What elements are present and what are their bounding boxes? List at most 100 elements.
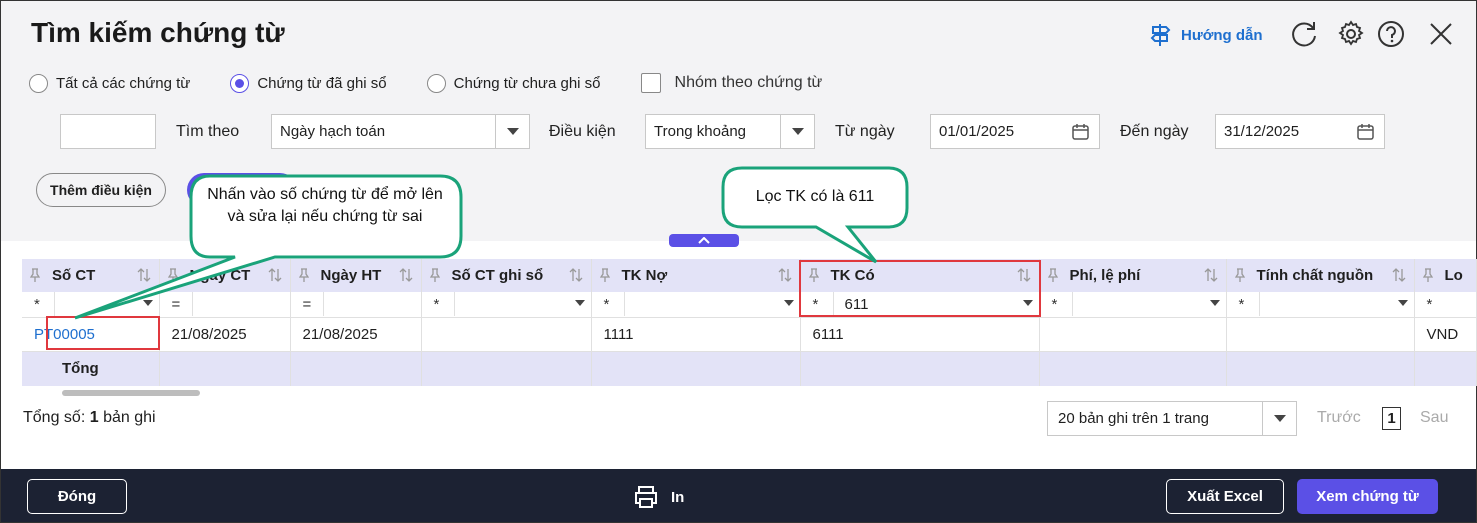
col-header-ngay-ht[interactable]: Ngày HT (290, 259, 422, 292)
calendar-icon[interactable] (1072, 123, 1089, 140)
filter-cell-phi-le-phi[interactable]: * (1039, 292, 1227, 318)
chevron-down-icon[interactable] (1262, 402, 1296, 435)
page-size-select[interactable]: 20 bản ghi trên 1 trang (1047, 401, 1297, 436)
gear-icon[interactable] (1336, 19, 1366, 49)
filter-operator[interactable]: * (1239, 296, 1245, 313)
chevron-down-icon[interactable] (1397, 300, 1408, 306)
chevron-down-icon[interactable] (1209, 300, 1220, 306)
filter-divider (1258, 292, 1260, 316)
filter-operator[interactable]: * (1427, 296, 1433, 313)
help-icon[interactable] (1376, 19, 1406, 49)
col-header-label: Tính chất nguồn (1256, 267, 1374, 284)
col-header-phi-le-phi[interactable]: Phí, lệ phí (1039, 259, 1227, 292)
pin-icon[interactable] (1047, 268, 1058, 282)
radio-label: Tất cả các chứng từ (56, 74, 191, 92)
total-cell (800, 351, 1040, 386)
filter-row: * = = * * * 611 * * * (22, 292, 1477, 318)
dialog-footer: Đóng In Xuất Excel Xem chứng từ (1, 469, 1476, 522)
col-header-label: Ngày HT (320, 267, 382, 284)
guide-label: Hướng dẫn (1181, 26, 1263, 44)
col-header-tk-no[interactable]: TK Nợ (591, 259, 801, 292)
filter-cell-ngay-ct[interactable]: = (159, 292, 291, 318)
filter-operator[interactable]: * (434, 296, 440, 313)
filter-operator[interactable]: * (34, 296, 40, 313)
radio-label: Chứng từ chưa ghi sổ (453, 74, 601, 92)
close-icon[interactable] (1426, 19, 1456, 49)
search-by-select[interactable]: Ngày hạch toán (271, 114, 530, 149)
pin-icon[interactable] (429, 268, 440, 282)
record-count: Tổng số: 1 bản ghi (23, 409, 156, 427)
chevron-down-icon[interactable] (783, 300, 794, 306)
pin-icon[interactable] (298, 268, 309, 282)
close-button[interactable]: Đóng (27, 479, 127, 514)
voucher-grid: Số CT Ngày CT Ngày HT Số CT ghi sổ TK Nợ… (1, 241, 1477, 469)
radio-all-vouchers[interactable]: Tất cả các chứng từ (29, 73, 191, 93)
radio-unposted-vouchers[interactable]: Chứng từ chưa ghi sổ (426, 73, 601, 93)
total-cell (1226, 351, 1415, 386)
printer-icon (635, 486, 657, 508)
total-cell (1414, 351, 1477, 386)
print-button[interactable]: In (633, 485, 684, 509)
pin-icon[interactable] (167, 268, 178, 282)
pin-icon[interactable] (30, 268, 40, 282)
next-page-button[interactable]: Sau (1420, 409, 1448, 427)
pin-icon[interactable] (599, 268, 610, 282)
sort-icon[interactable] (569, 268, 583, 282)
prev-page-button[interactable]: Trước (1317, 409, 1361, 427)
condition-select[interactable]: Trong khoảng (645, 114, 815, 149)
collapse-filter-button[interactable] (669, 234, 739, 247)
filter-cell-lo[interactable]: * (1414, 292, 1477, 318)
filter-divider (623, 292, 625, 316)
view-voucher-button[interactable]: Xem chứng từ (1297, 479, 1438, 514)
sort-icon[interactable] (268, 268, 282, 282)
filter-cell-ngay-ht[interactable]: = (290, 292, 422, 318)
radio-posted-vouchers[interactable]: Chứng từ đã ghi sổ (230, 73, 387, 93)
signpost-icon (1150, 24, 1171, 46)
from-date-input[interactable]: 01/01/2025 (930, 114, 1100, 149)
filter-cell-tk-no[interactable]: * (591, 292, 801, 318)
filter-operator[interactable]: * (1052, 296, 1058, 313)
chevron-down-icon[interactable] (142, 300, 153, 306)
filter-cell-so-ct-ghi-so[interactable]: * (421, 292, 592, 318)
table-row[interactable]: PT00005 21/08/2025 21/08/2025 1111 6111 … (22, 317, 1477, 352)
highlight-voucher-number (46, 316, 160, 350)
pin-icon[interactable] (1234, 268, 1245, 282)
to-date-input[interactable]: 31/12/2025 (1215, 114, 1385, 149)
filter-cell-so-ct[interactable]: * (22, 292, 160, 318)
scrollbar-thumb[interactable] (62, 390, 200, 396)
col-header-so-ct[interactable]: Số CT (22, 259, 160, 292)
filter-operator[interactable]: * (604, 296, 610, 313)
sort-icon[interactable] (778, 268, 792, 282)
col-header-label: TK Nợ (621, 267, 668, 284)
group-by-voucher-checkbox[interactable]: Nhóm theo chứng từ (640, 73, 822, 93)
guide-link[interactable]: Hướng dẫn (1149, 23, 1263, 47)
callout-right-text: Lọc TK có là 611 (755, 188, 875, 205)
col-header-so-ct-ghi-so[interactable]: Số CT ghi sổ (421, 259, 592, 292)
filter-cell-tinh-chat-nguon[interactable]: * (1226, 292, 1415, 318)
pin-icon[interactable] (1422, 268, 1433, 282)
chevron-down-icon[interactable] (574, 300, 585, 306)
radio-dot (230, 73, 250, 93)
refresh-icon[interactable] (1289, 19, 1319, 49)
to-date-label: Đến ngày (1120, 123, 1189, 140)
horizontal-scrollbar[interactable] (22, 387, 1456, 397)
sort-icon[interactable] (1392, 268, 1406, 282)
filter-operator[interactable]: = (172, 296, 181, 313)
add-condition-button[interactable]: Thêm điều kiện (36, 173, 166, 207)
chevron-down-icon[interactable] (495, 115, 529, 148)
blank-field[interactable] (60, 114, 156, 149)
search-voucher-dialog: Tìm kiếm chứng từ Hướng dẫn Tất cả các c… (0, 0, 1477, 523)
cell-so-ct-ghi-so (421, 317, 592, 352)
current-page[interactable]: 1 (1382, 407, 1401, 430)
sort-icon[interactable] (137, 268, 151, 282)
export-excel-button[interactable]: Xuất Excel (1166, 479, 1284, 514)
col-header-lo[interactable]: Lo (1414, 259, 1477, 292)
sort-icon[interactable] (399, 268, 413, 282)
col-header-tinh-chat-nguon[interactable]: Tính chất nguồn (1226, 259, 1415, 292)
filter-operator[interactable]: = (303, 296, 312, 313)
cell-phi-le-phi (1039, 317, 1227, 352)
chevron-down-icon[interactable] (780, 115, 814, 148)
calendar-icon[interactable] (1357, 123, 1374, 140)
col-header-ngay-ct[interactable]: Ngày CT (159, 259, 291, 292)
sort-icon[interactable] (1204, 268, 1218, 282)
